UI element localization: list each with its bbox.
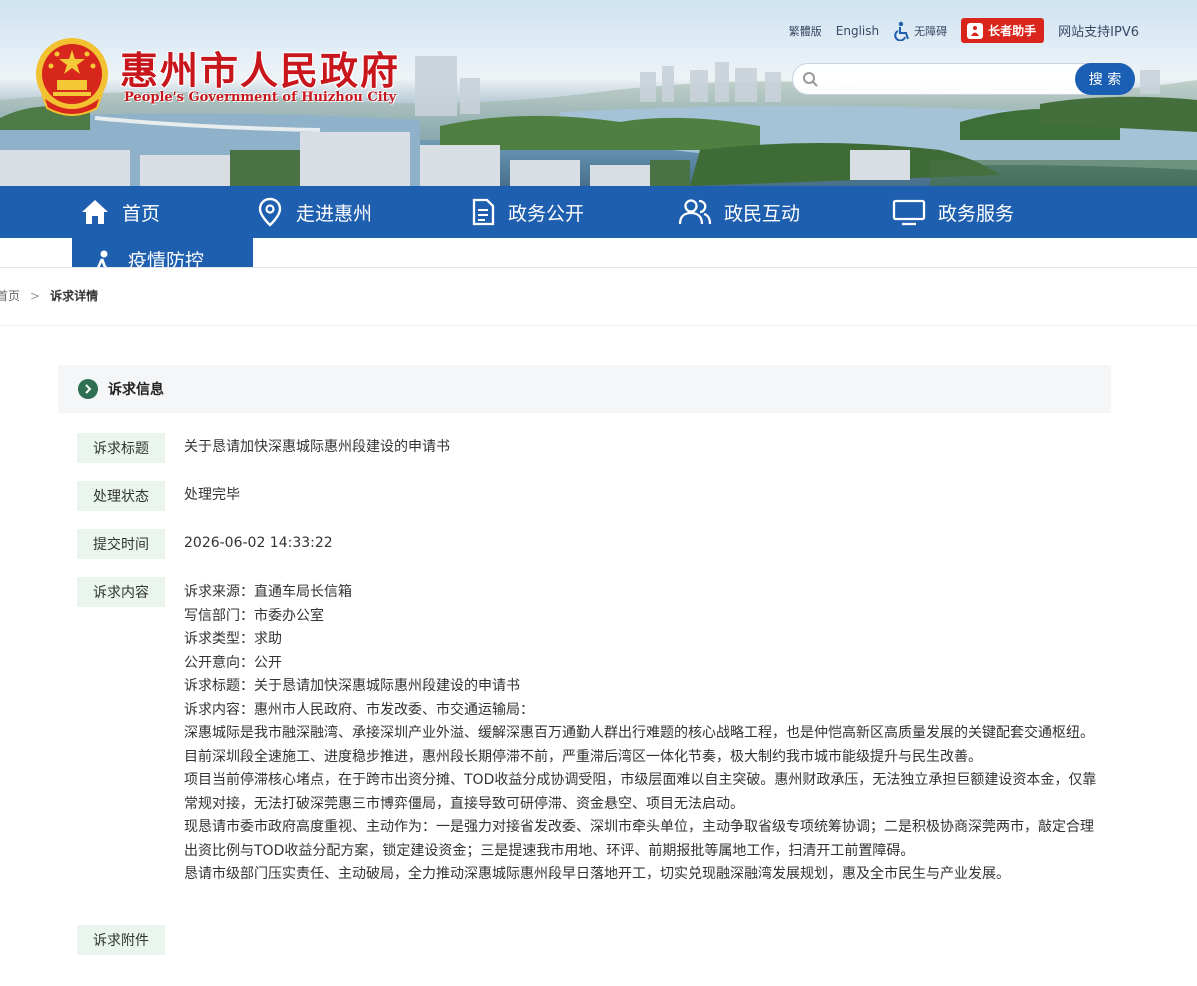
search-icon (803, 72, 818, 87)
location-pin-icon (258, 197, 282, 227)
field-value-content: 诉求来源：直通车局长信箱 写信部门：市委办公室 诉求类型：求助 公开意向：公开 … (184, 581, 1104, 887)
breadcrumb-divider (0, 325, 1197, 326)
nav-label: 走进惠州 (296, 202, 373, 225)
content-paragraph: 恳请市级部门压实责任、主动破局，全力推动深惠城际惠州段早日落地开工，切实兑现融深… (184, 866, 1010, 882)
elder-helper-button[interactable]: 长者助手 (961, 18, 1045, 43)
nav-label: 政务公开 (508, 202, 585, 225)
top-links: 繁體版 English 无障碍 长者助手 网站支持IPV6 (789, 18, 1139, 43)
traditional-chinese-link[interactable]: 繁體版 (789, 23, 822, 39)
elder-helper-label: 长者助手 (988, 24, 1037, 38)
field-label-time: 提交时间 (77, 529, 165, 559)
nav-item-epidemic[interactable]: 疫情防控 (72, 238, 253, 268)
monitor-icon (892, 199, 926, 226)
content-line: 诉求类型：求助 (184, 631, 282, 647)
field-value-title: 关于恳请加快深惠城际惠州段建设的申请书 (184, 439, 450, 455)
section-title: 诉求信息 (108, 382, 164, 398)
breadcrumb-current: 诉求详情 (50, 289, 99, 303)
content-paragraph: 项目当前停滞核心堵点，在于跨市出资分摊、TOD收益分成协调受阻，市级层面难以自主… (184, 772, 1097, 812)
field-value-time: 2026-06-02 14:33:22 (184, 535, 333, 551)
nav-item-home[interactable]: 首页 (80, 186, 160, 238)
field-value-status: 处理完毕 (184, 487, 240, 503)
nav-item-gov-affairs[interactable]: 政务公开 (470, 186, 584, 238)
content-paragraph: 现恳请市委市政府高度重视、主动作为：一是强力对接省发改委、深圳市牵头单位，主动争… (184, 819, 1094, 859)
elder-person-icon (967, 22, 984, 39)
search-input[interactable] (792, 63, 1092, 95)
content-paragraph: 深惠城际是我市融深融湾、承接深圳产业外溢、缓解深惠百万通勤人群出行难题的核心战略… (184, 725, 1094, 765)
nav-divider (0, 267, 1197, 268)
chevron-right-circle-icon (78, 379, 98, 399)
content-line: 公开意向：公开 (184, 654, 282, 671)
nav-item-interaction[interactable]: 政民互动 (678, 186, 800, 238)
site-title: 惠州市人民政府 (120, 48, 401, 93)
ipv6-notice: 网站支持IPV6 (1058, 25, 1139, 40)
header-banner: 惠州市人民政府 People's Government of Huizhou C… (0, 0, 1197, 186)
breadcrumb-home-link[interactable]: 首页 (0, 287, 20, 304)
content-line: 诉求标题：关于恳请加快深惠城际惠州段建设的申请书 (184, 678, 520, 694)
english-link[interactable]: English (836, 24, 879, 38)
section-header: 诉求信息 (58, 365, 1111, 413)
site-subtitle: People's Government of Huizhou City (124, 90, 397, 105)
search-box: 搜 索 (792, 63, 1136, 95)
breadcrumb-separator: > (30, 288, 41, 303)
breadcrumb: 首页 > 诉求详情 (0, 287, 98, 304)
nav-label: 政务服务 (938, 202, 1015, 225)
content-line: 诉求来源：直通车局长信箱 (184, 584, 352, 600)
field-label-content: 诉求内容 (77, 577, 165, 607)
main-nav: 首页 走进惠州 政务公开 政民互动 政务服务 (0, 186, 1197, 238)
nav-label: 政民互动 (724, 202, 801, 225)
nav-item-services[interactable]: 政务服务 (892, 186, 1014, 238)
document-icon (472, 198, 495, 226)
nav-label: 疫情防控 (128, 250, 205, 268)
national-emblem-icon (36, 38, 108, 116)
accessibility-label: 无障碍 (914, 24, 948, 38)
content-line: 诉求内容：惠州市人民政府、市发改委、市交通运输局： (184, 701, 534, 718)
people-icon (678, 199, 712, 225)
nav-label: 首页 (122, 202, 161, 225)
nav-item-about-huizhou[interactable]: 走进惠州 (256, 186, 372, 238)
wheelchair-icon (894, 21, 910, 41)
search-button[interactable]: 搜 索 (1075, 63, 1135, 95)
accessibility-link[interactable]: 无障碍 (893, 21, 947, 41)
field-label-status: 处理状态 (77, 481, 165, 511)
home-icon (82, 200, 108, 224)
content-line: 写信部门：市委办公室 (184, 607, 324, 624)
person-running-icon (95, 250, 110, 268)
field-label-attachment: 诉求附件 (77, 925, 165, 955)
field-label-title: 诉求标题 (77, 433, 165, 463)
